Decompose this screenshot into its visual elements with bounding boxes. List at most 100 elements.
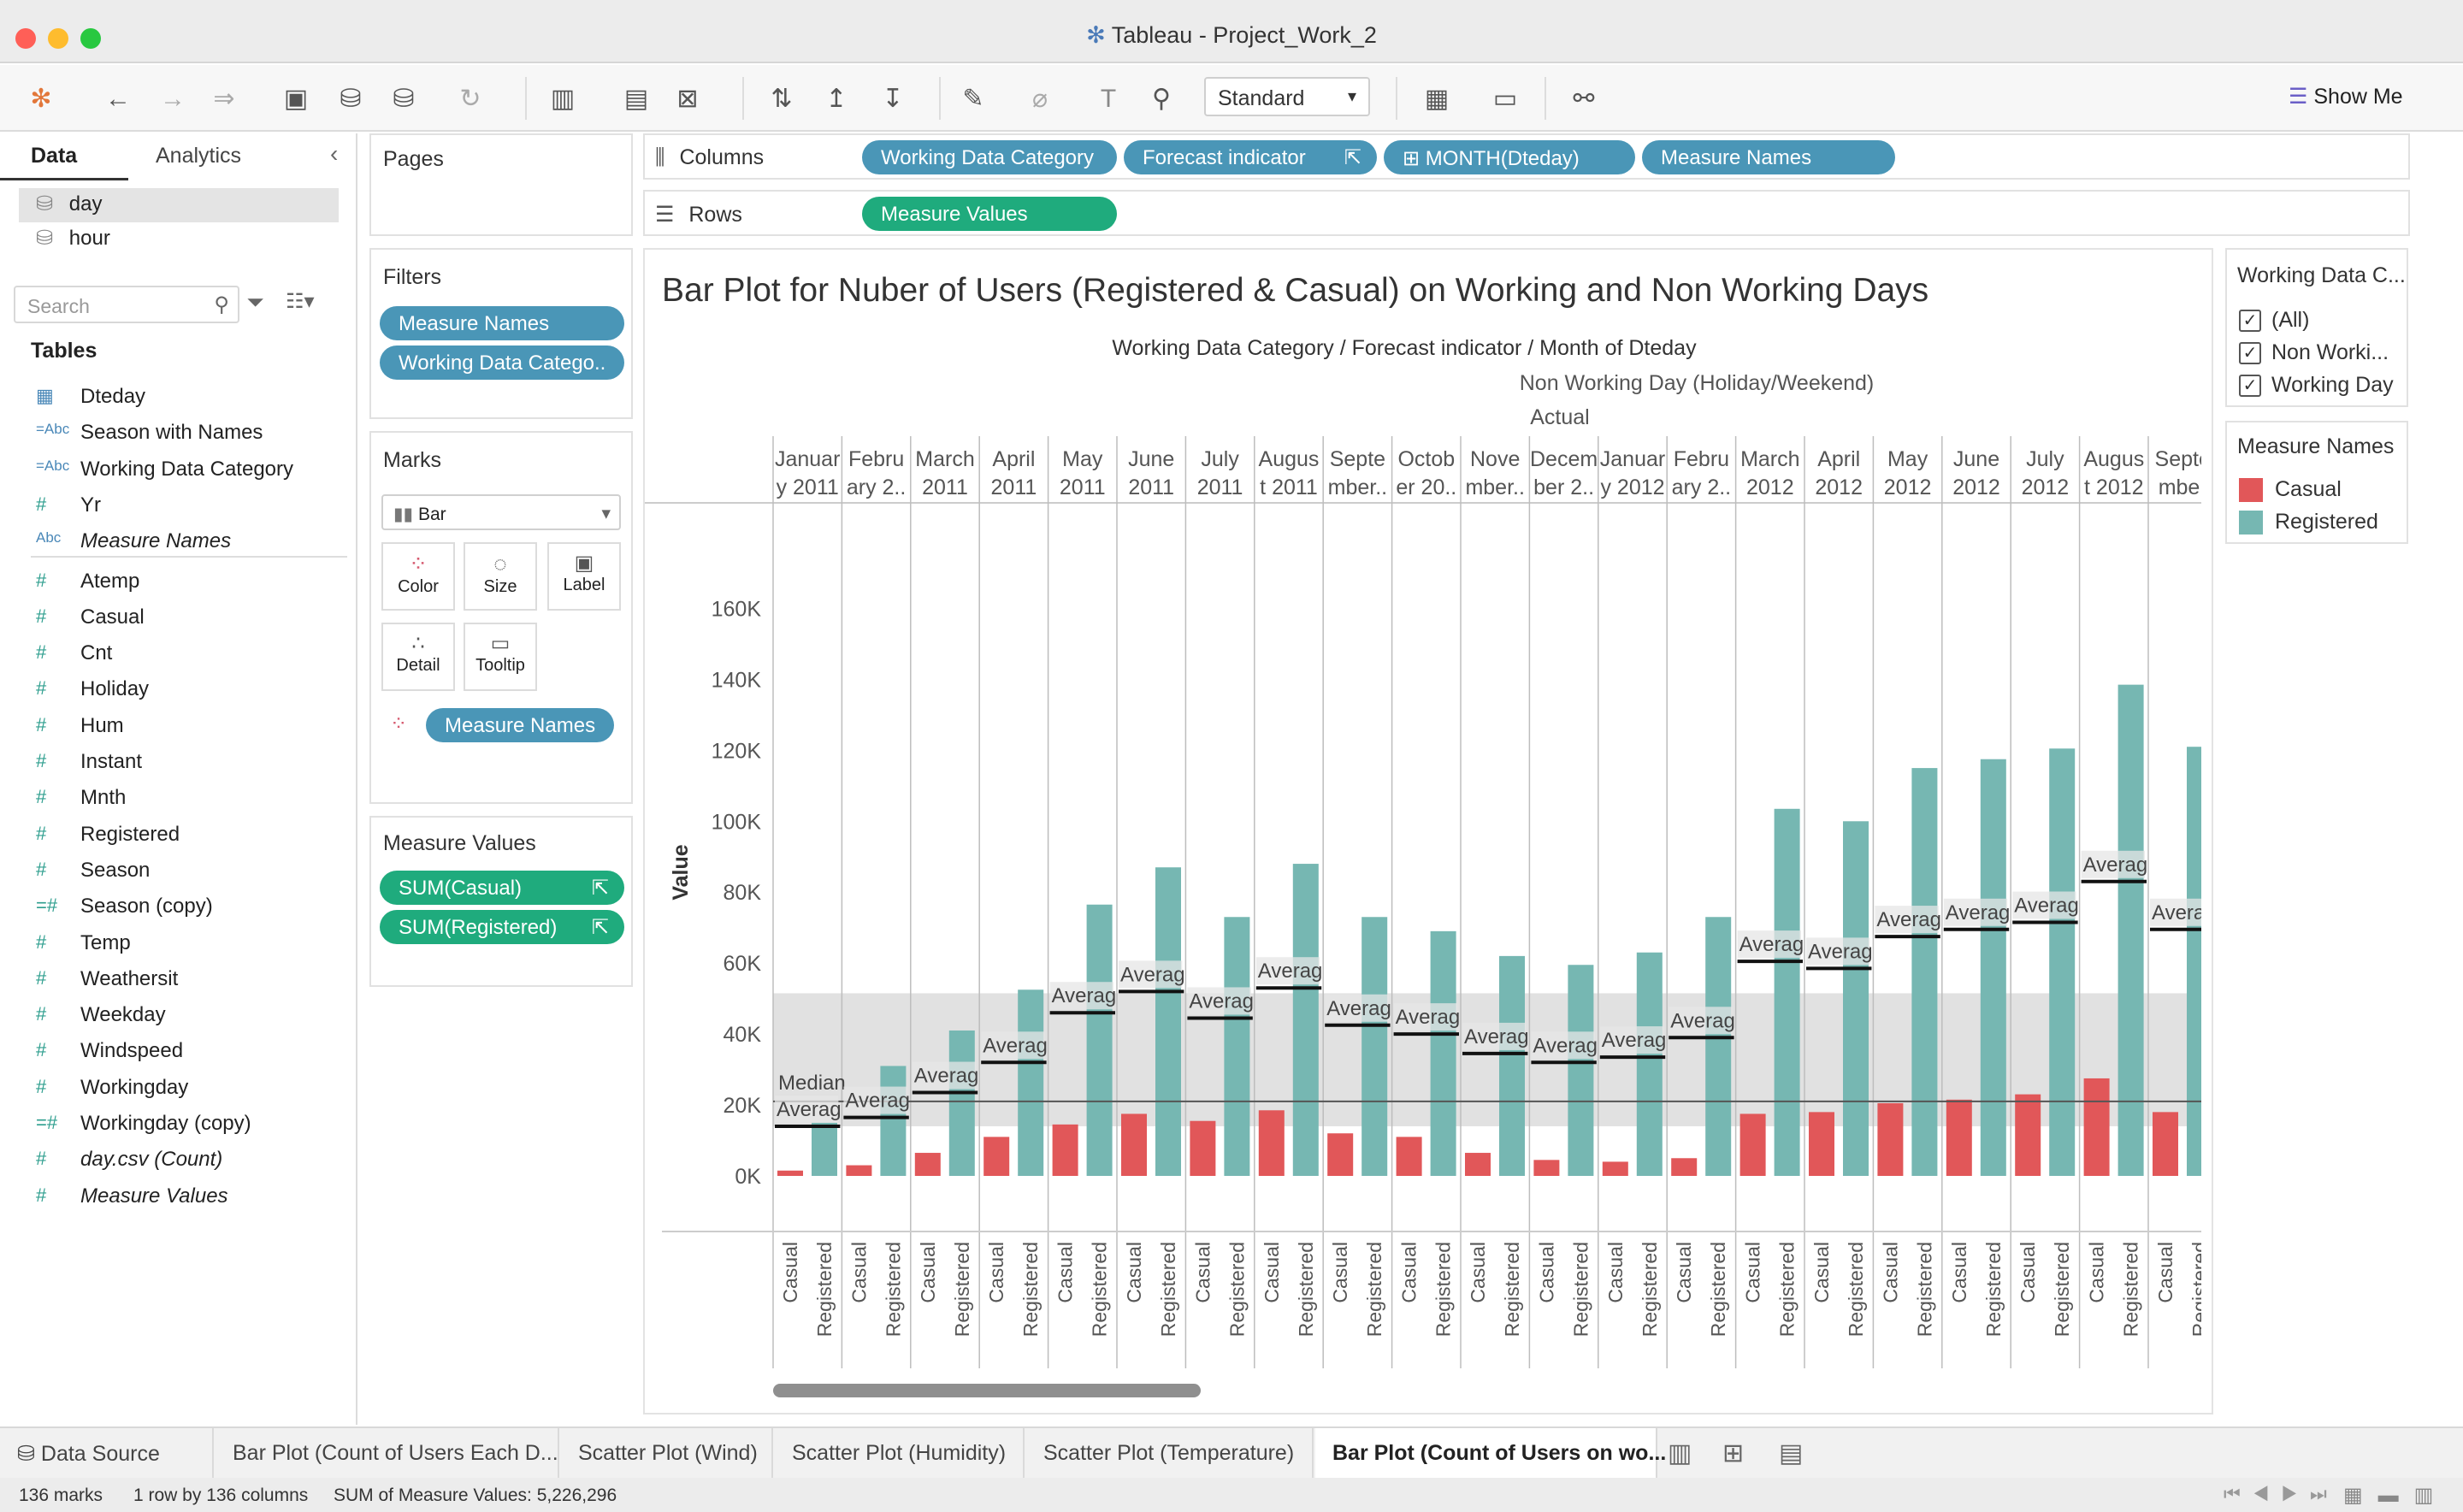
tableau-home-icon[interactable]: ✻ xyxy=(24,82,58,116)
undo-icon[interactable]: ← xyxy=(101,82,135,116)
bar-casual[interactable] xyxy=(1533,1160,1560,1176)
share-icon[interactable]: ⚯ xyxy=(1567,82,1601,116)
bar-registered[interactable] xyxy=(1086,904,1113,1176)
save-icon[interactable]: ▣ xyxy=(279,82,313,116)
swap-rows-columns-icon[interactable]: ⇅ xyxy=(765,82,799,116)
field-item[interactable]: # Cnt xyxy=(0,635,357,670)
bar-registered[interactable] xyxy=(1224,917,1250,1176)
search-input[interactable]: Search ⚲ xyxy=(14,286,239,323)
filter-fields-icon[interactable]: ⏷ xyxy=(246,289,264,316)
view-options-icon[interactable]: ☷▾ xyxy=(286,289,315,314)
filter-pill-measure-names[interactable]: Measure Names xyxy=(380,306,624,340)
pause-updates-icon[interactable]: ⛁ xyxy=(387,82,421,116)
data-source-hour[interactable]: ⛁ hour xyxy=(36,226,110,251)
show-cards-icon[interactable]: ▦ xyxy=(1420,82,1454,116)
mark-type-select[interactable]: ▮▮ Bar ▾ xyxy=(381,494,621,530)
bar-registered[interactable] xyxy=(812,1122,837,1176)
columns-shelf[interactable]: ⫼ Columns Working Data Category Forecast… xyxy=(643,133,2410,180)
pages-shelf[interactable]: Pages xyxy=(369,133,633,236)
horizontal-scrollbar[interactable] xyxy=(773,1384,1201,1397)
field-item[interactable]: # Workingday xyxy=(0,1069,357,1105)
bar-casual[interactable] xyxy=(2015,1094,2041,1176)
filter-item-all[interactable]: ✓ (All) xyxy=(2239,308,2309,333)
new-dashboard-icon[interactable]: ⊞ xyxy=(1722,1438,1744,1468)
column-pill-month[interactable]: ⊞ MONTH(Dteday) xyxy=(1384,140,1635,174)
bar-casual[interactable] xyxy=(846,1165,872,1176)
bar-casual[interactable] xyxy=(1602,1161,1628,1176)
bar-casual[interactable] xyxy=(2153,1112,2178,1176)
bar-registered[interactable] xyxy=(948,1030,975,1176)
measure-pill-registered[interactable]: SUM(Registered) ⇱ xyxy=(380,910,624,944)
data-source-day[interactable]: ⛁ day xyxy=(36,192,102,216)
tab-data[interactable]: Data xyxy=(31,144,77,168)
field-item[interactable]: # Registered xyxy=(0,816,357,852)
field-item[interactable]: # Holiday xyxy=(0,670,357,706)
sort-descending-icon[interactable]: ↧ xyxy=(876,82,910,116)
marks-size-button[interactable]: ◌ Size xyxy=(464,542,537,611)
bar-registered[interactable] xyxy=(1292,864,1319,1176)
bar-registered[interactable] xyxy=(1361,917,1388,1176)
tab-data-source[interactable]: ⛁ Data Source xyxy=(0,1428,214,1478)
tab-scatter-humidity[interactable]: Scatter Plot (Humidity) xyxy=(775,1428,1025,1478)
bar-chart[interactable]: Working Data Category / Forecast indicat… xyxy=(645,325,2201,1403)
bar-casual[interactable] xyxy=(1877,1102,1904,1176)
bar-casual[interactable] xyxy=(1396,1137,1422,1176)
row-pill-measure-values[interactable]: Measure Values xyxy=(862,197,1117,231)
field-item[interactable]: # Atemp xyxy=(0,563,357,599)
bar-casual[interactable] xyxy=(1258,1110,1285,1176)
tab-bar-plot-working[interactable]: Bar Plot (Count of Users on wo... xyxy=(1315,1428,1666,1478)
bar-registered[interactable] xyxy=(1430,930,1456,1176)
filter-item-non-working[interactable]: ✓ Non Worki... xyxy=(2239,340,2389,365)
marks-color-button[interactable]: ⁘ Color xyxy=(381,542,455,611)
bar-registered[interactable] xyxy=(1499,955,1525,1176)
pin-axes-icon[interactable]: ⚲ xyxy=(1144,82,1178,116)
tab-scatter-temperature[interactable]: Scatter Plot (Temperature) xyxy=(1026,1428,1314,1478)
field-item[interactable]: =Abc Season with Names xyxy=(0,414,357,450)
tab-scatter-wind[interactable]: Scatter Plot (Wind) xyxy=(561,1428,773,1478)
collapse-pane-icon[interactable]: ‹ xyxy=(330,140,338,168)
replay-icon[interactable]: ⇒ xyxy=(207,82,241,116)
bar-casual[interactable] xyxy=(1052,1124,1078,1176)
show-mark-labels-icon[interactable]: T xyxy=(1091,82,1125,116)
marks-detail-button[interactable]: ∴ Detail xyxy=(381,623,455,691)
marks-tooltip-button[interactable]: ▭ Tooltip xyxy=(464,623,537,691)
bar-registered[interactable] xyxy=(880,1066,907,1176)
field-item[interactable]: # Instant xyxy=(0,743,357,779)
new-story-icon[interactable]: ▤ xyxy=(1779,1438,1803,1468)
new-data-source-icon[interactable]: ⛁ xyxy=(334,82,368,116)
tab-analytics[interactable]: Analytics xyxy=(156,144,241,168)
field-item[interactable]: # Windspeed xyxy=(0,1032,357,1068)
sheet-view-icon[interactable]: ▦▬▥ xyxy=(2343,1483,2448,1508)
field-item[interactable]: # Hum xyxy=(0,707,357,743)
bar-casual[interactable] xyxy=(1465,1153,1491,1176)
refresh-icon[interactable]: ↻ xyxy=(453,82,487,116)
duplicate-sheet-icon[interactable]: ▤ xyxy=(619,82,653,116)
clear-sheet-icon[interactable]: ⊠ xyxy=(670,82,705,116)
bar-registered[interactable] xyxy=(1980,759,2006,1176)
column-pill-forecast[interactable]: Forecast indicator ⇱ xyxy=(1124,140,1377,174)
bar-registered[interactable] xyxy=(1155,867,1181,1176)
column-pill-measure-names[interactable]: Measure Names xyxy=(1642,140,1895,174)
bar-casual[interactable] xyxy=(1946,1099,1972,1176)
bar-casual[interactable] xyxy=(1327,1133,1354,1176)
field-item[interactable]: ▦ Dteday xyxy=(0,378,357,414)
bar-casual[interactable] xyxy=(1739,1113,1766,1176)
field-item[interactable]: # Yr xyxy=(0,487,357,523)
bar-registered[interactable] xyxy=(1843,821,1869,1176)
field-item[interactable]: # Weekday xyxy=(0,996,357,1032)
bar-registered[interactable] xyxy=(1911,768,1938,1176)
bar-registered[interactable] xyxy=(1568,965,1594,1176)
field-item[interactable]: =# Workingday (copy) xyxy=(0,1105,357,1141)
legend-item-casual[interactable]: Casual xyxy=(2239,477,2342,503)
bar-casual[interactable] xyxy=(1809,1112,1834,1176)
bar-registered[interactable] xyxy=(1774,808,1800,1176)
marks-label-button[interactable]: ▣ Label xyxy=(547,542,621,611)
field-item[interactable]: # day.csv (Count) xyxy=(0,1141,357,1177)
legend-item-registered[interactable]: Registered xyxy=(2239,510,2378,535)
redo-icon[interactable]: → xyxy=(156,82,190,116)
column-pill-working-data[interactable]: Working Data Category xyxy=(862,140,1117,174)
new-worksheet-icon[interactable]: ▥ xyxy=(546,82,580,116)
filter-item-working-day[interactable]: ✓ Working Day xyxy=(2239,373,2394,398)
measure-pill-casual[interactable]: SUM(Casual) ⇱ xyxy=(380,871,624,905)
fit-select[interactable]: Standard ▾ xyxy=(1204,77,1370,116)
